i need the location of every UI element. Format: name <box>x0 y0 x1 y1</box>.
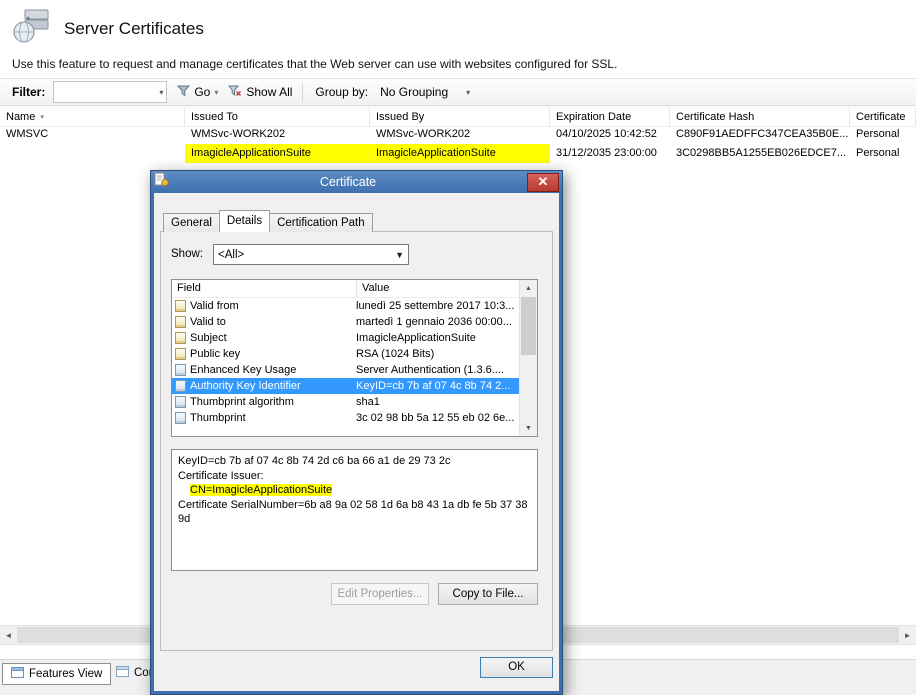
features-view-icon <box>11 667 24 681</box>
scroll-up-icon[interactable]: ▲ <box>520 280 537 296</box>
filter-input[interactable]: ▾ <box>53 81 167 103</box>
iis-server-certificates-screen: Server Certificates Use this feature to … <box>0 0 916 695</box>
scroll-down-icon[interactable]: ▼ <box>520 420 537 436</box>
cell-hash: C890F91AEDFFC347CEA35B0E... <box>670 125 850 144</box>
certificate-extension-icon <box>175 412 186 424</box>
toolbar-separator <box>302 83 303 101</box>
column-header-certificate-hash[interactable]: Certificate Hash <box>670 108 850 126</box>
page-header: Server Certificates <box>12 8 204 49</box>
list-item[interactable]: Valid to martedì 1 gennaio 2036 00:00... <box>172 314 520 330</box>
certificate-field-icon <box>175 316 186 328</box>
chevron-down-icon[interactable]: ▾ <box>214 88 218 97</box>
column-header-value[interactable]: Value <box>357 280 537 297</box>
cell-hash: 3C0298BB5A1255EB026EDCE7... <box>670 144 850 163</box>
tab-certification-path[interactable]: Certification Path <box>269 213 373 232</box>
cell-name <box>0 144 185 163</box>
group-by-select[interactable]: No Grouping ▾ <box>376 85 474 99</box>
page-title: Server Certificates <box>64 19 204 39</box>
table-row[interactable]: WMSVC WMSvc-WORK202 WMSvc-WORK202 04/10/… <box>0 125 916 144</box>
chevron-down-icon[interactable]: ▼ <box>395 250 404 260</box>
list-item[interactable]: Enhanced Key Usage Server Authentication… <box>172 362 520 378</box>
certificate-field-icon <box>175 300 186 312</box>
certificate-extension-icon <box>175 364 186 376</box>
cell-store: Personal <box>850 144 916 163</box>
certificate-dialog: Certificate ✕ General Details Certificat… <box>150 170 563 695</box>
detail-line: Certificate Issuer: <box>178 469 531 484</box>
cell-expiration: 31/12/2035 23:00:00 <box>550 144 670 163</box>
show-all-button[interactable]: Show All <box>228 85 292 100</box>
copy-to-file-button[interactable]: Copy to File... <box>438 583 538 605</box>
list-item[interactable]: Subject ImagicleApplicationSuite <box>172 330 520 346</box>
column-header-issued-by[interactable]: Issued By <box>370 108 550 126</box>
tab-features-view[interactable]: Features View <box>2 663 111 685</box>
certificate-icon <box>154 172 169 192</box>
go-button[interactable]: Go ▾ <box>177 85 218 100</box>
cell-store: Personal <box>850 125 916 144</box>
ok-button[interactable]: OK <box>480 657 553 678</box>
cell-expiration: 04/10/2025 10:42:52 <box>550 125 670 144</box>
group-by-label: Group by: <box>315 85 368 99</box>
show-all-label: Show All <box>246 85 292 99</box>
certificate-field-icon <box>175 348 186 360</box>
column-header-name[interactable]: Name ▾ <box>0 108 185 126</box>
column-header-issued-to[interactable]: Issued To <box>185 108 370 126</box>
dialog-titlebar[interactable]: Certificate ✕ <box>151 171 562 193</box>
list-item[interactable]: Public key RSA (1024 Bits) <box>172 346 520 362</box>
vertical-scrollbar[interactable]: ▲ ▼ <box>519 280 537 436</box>
go-label: Go <box>194 85 210 99</box>
certificate-extension-icon <box>175 380 186 392</box>
details-tab-panel: Show: <All> ▼ Field Value Valid from lun… <box>160 231 553 651</box>
tab-general[interactable]: General <box>163 213 220 232</box>
cell-issued-to-highlighted: ImagicleApplicationSuite <box>185 144 370 163</box>
edit-properties-button[interactable]: Edit Properties... <box>331 583 429 605</box>
show-select-value: <All> <box>214 249 244 261</box>
scrollbar-thumb[interactable] <box>521 297 536 355</box>
dialog-body: General Details Certification Path Show:… <box>154 193 559 691</box>
actions-toolbar: Filter: ▾ Go ▾ Show All Group by: No Gro… <box>0 78 916 106</box>
certificate-fields-list: Field Value Valid from lunedì 25 settemb… <box>171 279 538 437</box>
funnel-icon <box>177 85 190 100</box>
content-view-icon <box>116 666 129 680</box>
column-header-expiration-date[interactable]: Expiration Date <box>550 108 670 126</box>
scroll-left-icon[interactable]: ◄ <box>0 626 17 644</box>
tab-details[interactable]: Details <box>219 210 270 232</box>
detail-line-highlighted: CN=ImagicleApplicationSuite <box>178 483 531 498</box>
sort-caret-icon[interactable]: ▾ <box>40 113 44 121</box>
dialog-title: Certificate <box>169 175 527 189</box>
table-row[interactable]: ImagicleApplicationSuite ImagicleApplica… <box>0 144 916 163</box>
feature-description: Use this feature to request and manage c… <box>12 57 617 71</box>
close-icon[interactable]: ✕ <box>527 173 559 192</box>
list-item-selected[interactable]: Authority Key Identifier KeyID=cb 7b af … <box>172 378 520 394</box>
list-item[interactable]: Valid from lunedì 25 settembre 2017 10:3… <box>172 298 520 314</box>
show-select[interactable]: <All> ▼ <box>213 244 409 265</box>
cell-name: WMSVC <box>0 125 185 144</box>
show-label: Show: <box>171 248 203 260</box>
group-by-value: No Grouping <box>380 85 448 99</box>
cell-issued-by-highlighted: ImagicleApplicationSuite <box>370 144 550 163</box>
cell-issued-to: WMSvc-WORK202 <box>185 125 370 144</box>
chevron-down-icon[interactable]: ▾ <box>466 88 470 97</box>
show-all-funnel-icon <box>228 85 242 100</box>
filter-label: Filter: <box>12 85 45 99</box>
certificates-table-header: Name ▾ Issued To Issued By Expiration Da… <box>0 107 916 127</box>
fields-list-header: Field Value <box>172 280 537 298</box>
dialog-tabstrip: General Details Certification Path <box>163 210 372 232</box>
detail-line: KeyID=cb 7b af 07 4c 8b 74 2d c6 ba 66 a… <box>178 454 531 469</box>
cell-issued-by: WMSvc-WORK202 <box>370 125 550 144</box>
list-item[interactable]: Thumbprint algorithm sha1 <box>172 394 520 410</box>
certificate-extension-icon <box>175 396 186 408</box>
list-item[interactable]: Thumbprint 3c 02 98 bb 5a 12 55 eb 02 6e… <box>172 410 520 426</box>
certificate-field-icon <box>175 332 186 344</box>
scroll-right-icon[interactable]: ► <box>899 626 916 644</box>
chevron-down-icon[interactable]: ▾ <box>159 82 163 102</box>
column-header-certificate-store[interactable]: Certificate <box>850 108 916 126</box>
field-detail-text[interactable]: KeyID=cb 7b af 07 4c 8b 74 2d c6 ba 66 a… <box>171 449 538 571</box>
server-certificates-icon <box>12 8 50 49</box>
detail-line: Certificate SerialNumber=6b a8 9a 02 58 … <box>178 498 531 527</box>
column-header-field[interactable]: Field <box>172 280 357 297</box>
